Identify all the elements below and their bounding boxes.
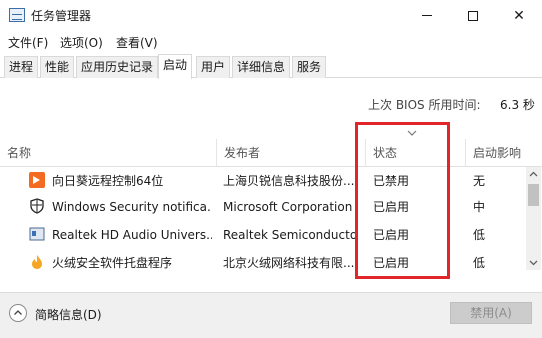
shield-icon xyxy=(30,198,44,214)
minimize-icon xyxy=(422,15,432,16)
row-name: Windows Security notifica... xyxy=(52,200,212,214)
menu-bar: 文件(F) 选项(O) 查看(V) xyxy=(0,31,542,53)
window-title: 任务管理器 xyxy=(31,9,92,23)
row-impact: 中 xyxy=(473,200,486,214)
menu-file[interactable]: 文件(F) xyxy=(8,34,48,51)
tab-users[interactable]: 用户 xyxy=(196,56,231,78)
column-header-impact[interactable]: 启动影响 xyxy=(466,139,526,167)
fewer-details-label[interactable]: 简略信息(D) xyxy=(35,306,102,323)
tab-details[interactable]: 详细信息 xyxy=(232,56,291,78)
tab-performance[interactable]: 性能 xyxy=(40,56,75,78)
row-name: 向日葵远程控制64位 xyxy=(52,174,164,188)
maximize-button[interactable] xyxy=(450,0,496,31)
row-publisher: Microsoft Corporation xyxy=(223,200,353,214)
status-column-highlight xyxy=(355,122,450,279)
tab-services[interactable]: 服务 xyxy=(292,56,327,78)
row-publisher: 北京火绒网络科技有限... xyxy=(223,256,355,270)
row-name: Realtek HD Audio Univers... xyxy=(52,228,212,242)
close-button[interactable]: ✕ xyxy=(496,0,542,31)
tab-processes[interactable]: 进程 xyxy=(4,56,39,78)
row-impact: 低 xyxy=(473,256,486,270)
menu-options[interactable]: 选项(O) xyxy=(60,34,103,51)
minimize-button[interactable] xyxy=(404,0,450,31)
row-publisher: Realtek Semiconductor xyxy=(223,228,358,242)
column-header-name[interactable]: 名称 xyxy=(0,139,217,167)
audio-icon xyxy=(29,227,45,241)
scroll-down-icon[interactable] xyxy=(526,255,541,270)
row-impact: 低 xyxy=(473,228,486,242)
tab-startup[interactable]: 启动 xyxy=(158,54,193,79)
row-name: 火绒安全软件托盘程序 xyxy=(52,256,173,270)
menu-view[interactable]: 查看(V) xyxy=(116,34,158,51)
title-bar: 任务管理器 ✕ xyxy=(0,0,542,31)
bios-time-value: 6.3 秒 xyxy=(500,98,535,112)
disable-button[interactable]: 禁用(A) xyxy=(450,302,532,324)
task-manager-icon xyxy=(9,8,25,22)
vertical-scrollbar[interactable] xyxy=(526,167,541,270)
row-impact: 无 xyxy=(473,174,486,188)
table-header: 名称 发布者 状态 启动影响 xyxy=(0,139,542,167)
bottom-bar: 简略信息(D) 禁用(A) xyxy=(0,292,542,338)
fewer-details-button[interactable] xyxy=(9,304,27,322)
chevron-up-icon xyxy=(14,310,22,315)
scroll-up-icon[interactable] xyxy=(526,167,541,182)
scrollbar-thumb[interactable] xyxy=(528,184,539,206)
sunflower-icon xyxy=(29,172,45,188)
close-icon: ✕ xyxy=(513,7,525,24)
tab-bar: 进程 性能 应用历史记录 启动 用户 详细信息 服务 xyxy=(0,54,542,79)
tab-app-history[interactable]: 应用历史记录 xyxy=(76,56,159,78)
column-header-publisher[interactable]: 发布者 xyxy=(217,139,366,167)
bios-time-label: 上次 BIOS 所用时间: xyxy=(368,98,481,112)
row-publisher: 上海贝锐信息科技股份... xyxy=(223,174,355,188)
huorong-icon xyxy=(32,255,42,269)
maximize-icon xyxy=(468,10,478,21)
